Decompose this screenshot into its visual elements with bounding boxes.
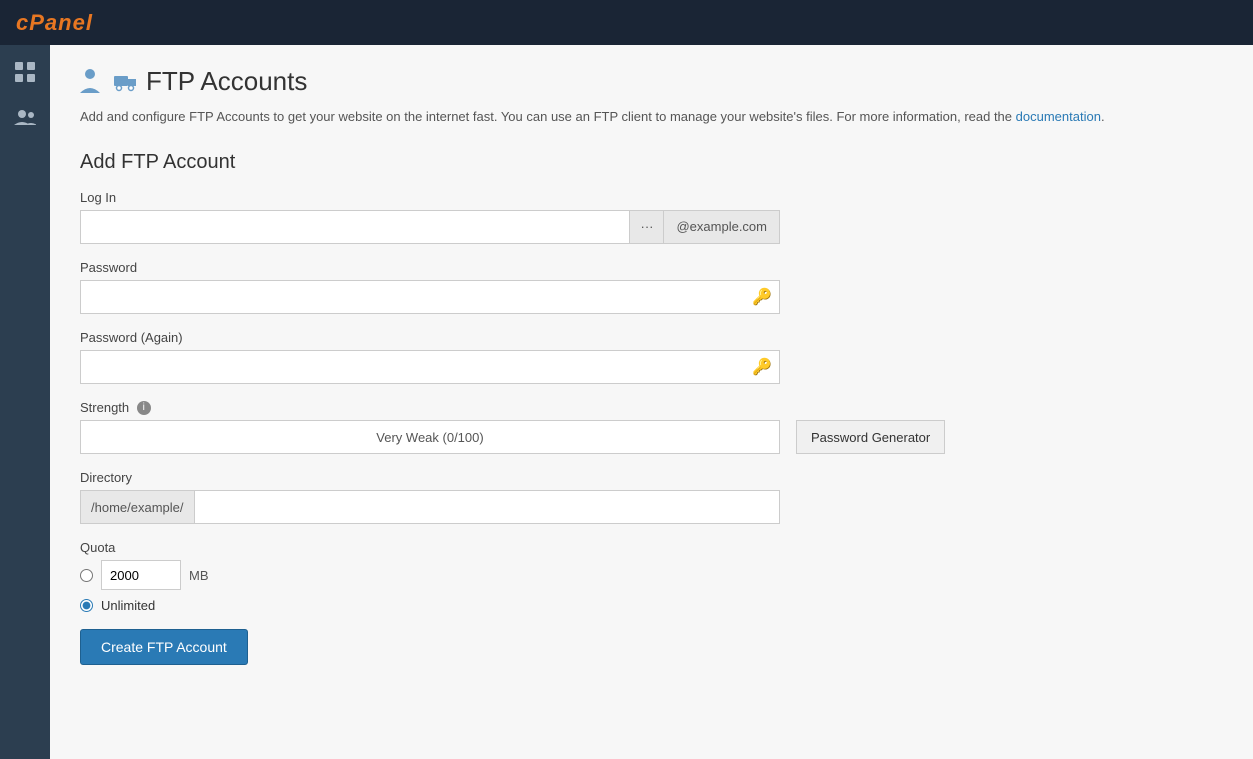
directory-input[interactable]: [194, 490, 781, 524]
directory-group: Directory /home/example/: [80, 470, 1223, 524]
create-ftp-account-button[interactable]: Create FTP Account: [80, 629, 248, 665]
create-button-group: Create FTP Account: [80, 629, 1223, 665]
quota-unlimited-radio[interactable]: [80, 599, 93, 612]
password-label: Password: [80, 260, 1223, 275]
section-title: Add FTP Account: [80, 151, 1223, 174]
strength-bar-container: Very Weak (0/100): [80, 420, 780, 454]
password-group: Password 🔑: [80, 260, 1223, 314]
page-description: Add and configure FTP Accounts to get yo…: [80, 107, 1223, 127]
quota-unlimited-row: Unlimited: [80, 598, 1223, 613]
layout: FTP Accounts Add and configure FTP Accou…: [0, 45, 1253, 759]
quota-mb-input[interactable]: [101, 560, 181, 590]
quota-mb-radio[interactable]: [80, 569, 93, 582]
strength-label: Strength i: [80, 400, 1223, 416]
password-input-wrapper: 🔑: [80, 280, 780, 314]
main-content: FTP Accounts Add and configure FTP Accou…: [50, 45, 1253, 759]
quota-unlimited-label: Unlimited: [101, 598, 155, 613]
login-domain-suffix: @example.com: [663, 210, 780, 244]
sidebar: [0, 45, 50, 759]
strength-group: Strength i Very Weak (0/100) Password Ge…: [80, 400, 1223, 455]
login-group: Log In ··· @example.com: [80, 190, 1223, 244]
quota-mb-unit: MB: [189, 568, 209, 583]
password-generator-button[interactable]: Password Generator: [796, 420, 945, 454]
topbar: cPanel: [0, 0, 1253, 45]
password-again-input-wrapper: 🔑: [80, 350, 780, 384]
quota-row: MB Unlimited: [80, 560, 1223, 613]
login-dots-button[interactable]: ···: [629, 210, 663, 244]
password-eye-icon[interactable]: 🔑: [752, 287, 772, 307]
sidebar-users-icon[interactable]: [8, 101, 42, 135]
quota-group: Quota MB Unlimited: [80, 540, 1223, 613]
quota-mb-row: MB: [80, 560, 1223, 590]
sidebar-grid-icon[interactable]: [8, 55, 42, 89]
password-again-label: Password (Again): [80, 330, 1223, 345]
logo-panel: Panel: [29, 10, 93, 35]
login-label: Log In: [80, 190, 1223, 205]
directory-input-wrapper: /home/example/: [80, 490, 780, 524]
login-input-row: ··· @example.com: [80, 210, 780, 244]
strength-bar: Very Weak (0/100): [80, 420, 780, 454]
password-again-eye-icon[interactable]: 🔑: [752, 357, 772, 377]
ftp-accounts-icon: [80, 65, 136, 97]
quota-label: Quota: [80, 540, 1223, 555]
page-title: FTP Accounts: [146, 66, 307, 97]
directory-prefix: /home/example/: [80, 490, 194, 524]
strength-row: Very Weak (0/100) Password Generator: [80, 420, 1223, 454]
logo: cPanel: [16, 10, 93, 36]
page-header: FTP Accounts: [80, 65, 1223, 97]
logo-c: c: [16, 10, 29, 35]
login-input[interactable]: [80, 210, 629, 244]
documentation-link[interactable]: documentation: [1016, 109, 1101, 124]
strength-info-icon[interactable]: i: [137, 401, 151, 415]
password-again-input[interactable]: [80, 350, 780, 384]
directory-label: Directory: [80, 470, 1223, 485]
password-again-group: Password (Again) 🔑: [80, 330, 1223, 384]
password-input[interactable]: [80, 280, 780, 314]
